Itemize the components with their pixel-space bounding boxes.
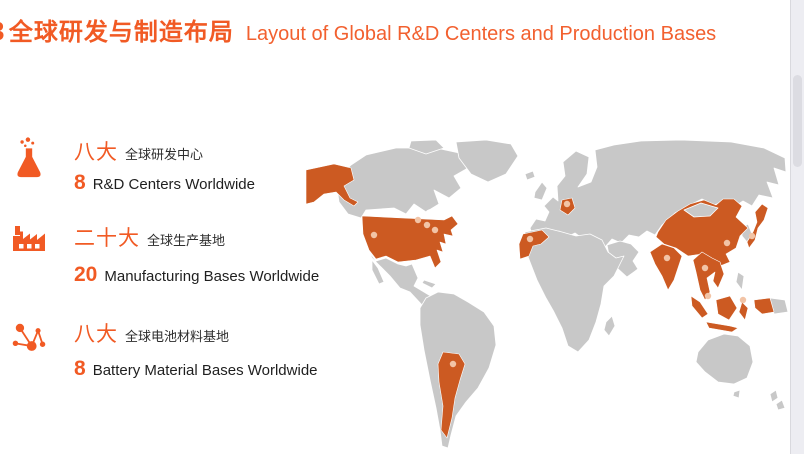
scrollbar-track[interactable] bbox=[790, 0, 804, 454]
map-country-indonesia-sulawesi bbox=[739, 302, 748, 320]
map-region-uk bbox=[534, 182, 547, 200]
map-region-canada bbox=[336, 148, 468, 218]
slide: 3 全球研发与制造布局 Layout of Global R&D Centers … bbox=[0, 0, 804, 454]
base-marker-morocco bbox=[527, 236, 533, 242]
flask-icon bbox=[6, 136, 52, 182]
stat-zh-count: 八大 bbox=[74, 141, 118, 164]
stat-zh-label: 全球研发中心 bbox=[125, 147, 203, 162]
stat-number: 20 bbox=[74, 263, 97, 286]
map-great-lakes bbox=[426, 209, 440, 215]
factory-icon bbox=[6, 222, 52, 254]
stat-rd-centers: 八大全球研发中心 8 R&D Centers Worldwide bbox=[6, 136, 255, 195]
map-country-india bbox=[650, 244, 682, 290]
base-marker-germany bbox=[564, 201, 570, 207]
stat-zh-count: 八大 bbox=[74, 323, 118, 346]
scrollbar-thumb[interactable] bbox=[793, 75, 802, 167]
base-marker-us-west bbox=[371, 232, 377, 238]
title-number-partial: 3 bbox=[0, 16, 4, 47]
map-region-iceland bbox=[525, 171, 535, 180]
base-marker-us-midwest-2 bbox=[424, 222, 430, 228]
stat-number: 8 bbox=[74, 171, 86, 194]
world-map bbox=[306, 140, 790, 454]
title-english: Layout of Global R&D Centers and Product… bbox=[246, 23, 716, 45]
stat-number: 8 bbox=[74, 357, 86, 380]
base-marker-malaysia bbox=[705, 293, 711, 299]
base-marker-us-midwest-1 bbox=[415, 217, 421, 223]
map-country-japan bbox=[747, 204, 768, 248]
stat-zh-count: 二十大 bbox=[74, 227, 140, 250]
map-region-madagascar bbox=[604, 316, 615, 336]
map-region-greenland bbox=[456, 140, 518, 182]
molecule-icon bbox=[6, 318, 52, 356]
base-marker-china bbox=[724, 240, 730, 246]
map-region-cuba bbox=[422, 280, 436, 288]
base-marker-us-east bbox=[432, 227, 438, 233]
title-chinese: 全球研发与制造布局 bbox=[9, 19, 234, 46]
stat-en-label: R&D Centers Worldwide bbox=[93, 176, 255, 193]
map-country-indonesia-borneo bbox=[716, 296, 737, 320]
map-country-indonesia-java bbox=[706, 322, 738, 332]
base-marker-indonesia bbox=[740, 297, 746, 303]
base-marker-thailand bbox=[702, 265, 708, 271]
map-region-tasmania bbox=[733, 390, 740, 398]
stat-zh-label: 全球电池材料基地 bbox=[125, 329, 229, 344]
base-marker-japan bbox=[749, 233, 755, 239]
map-region-australia bbox=[696, 334, 753, 384]
stat-battery-material-bases: 八大全球电池材料基地 8 Battery Material Bases World… bbox=[6, 318, 318, 381]
map-region-new-zealand bbox=[770, 390, 785, 410]
stat-zh-label: 全球生产基地 bbox=[147, 233, 225, 248]
base-marker-argentina bbox=[450, 361, 456, 367]
base-marker-india bbox=[664, 255, 670, 261]
stat-en-label: Manufacturing Bases Worldwide bbox=[104, 268, 319, 285]
map-region-philippines bbox=[736, 272, 744, 290]
map-country-usa bbox=[362, 216, 458, 268]
stat-en-label: Battery Material Bases Worldwide bbox=[93, 362, 318, 379]
stat-manufacturing-bases: 二十大全球生产基地 20 Manufacturing Bases Worldwid… bbox=[6, 222, 319, 287]
page-title: 3 全球研发与制造布局 Layout of Global R&D Centers … bbox=[0, 12, 780, 47]
